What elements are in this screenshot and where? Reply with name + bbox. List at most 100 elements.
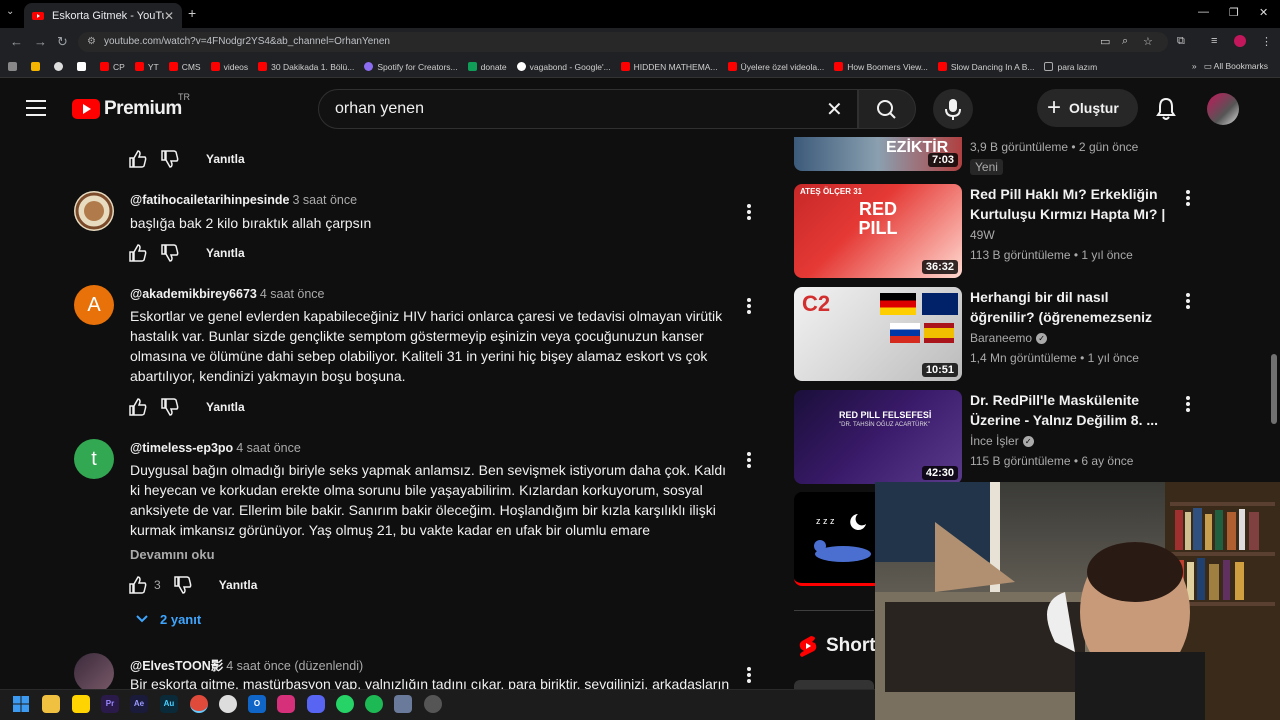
bookmark-icon-1[interactable] [31, 62, 44, 71]
channel-name[interactable]: 49W [970, 228, 995, 242]
zoom-icon[interactable]: ⌕ [1122, 35, 1128, 48]
clear-search-icon[interactable]: ✕ [826, 97, 843, 122]
channel-name[interactable]: İnce İşler ✓ [970, 434, 1034, 448]
maximize-icon[interactable]: ❐ [1229, 6, 1239, 19]
dislike-icon[interactable] [173, 575, 193, 595]
app-icon[interactable] [394, 695, 412, 713]
create-button[interactable]: + Oluştur [1037, 89, 1138, 127]
all-bookmarks-folder[interactable]: » ▭ All Bookmarks [1192, 61, 1268, 72]
bookmark-how-boomers[interactable]: How Boomers View... [834, 62, 928, 72]
install-app-icon[interactable]: ▭ [1100, 35, 1110, 48]
browser-tab[interactable]: Eskorta Gitmek - YouTube ✕ [24, 3, 182, 28]
after-effects-icon[interactable]: Ae [130, 695, 148, 713]
page-scrollbar[interactable] [1271, 354, 1277, 424]
like-icon[interactable] [128, 149, 148, 169]
comment-author[interactable]: @ElvesTOON影 4 saat önce (düzenlendi) [130, 655, 363, 674]
bookmark-30-dakikada[interactable]: 30 Dakikada 1. Bölü... [258, 62, 354, 72]
comment-avatar[interactable]: t [74, 439, 114, 479]
video-menu-icon[interactable] [1186, 396, 1190, 414]
reply-button[interactable]: Yanıtla [206, 152, 245, 166]
bookmark-uyelere-ozel[interactable]: Üyelere özel videola... [727, 62, 824, 72]
bookmark-icon-2[interactable] [54, 62, 67, 71]
bookmark-cms[interactable]: CMS [168, 62, 201, 72]
video-menu-icon[interactable] [1186, 293, 1190, 311]
tab-search-icon[interactable]: ⌄ [6, 6, 20, 20]
apps-icon[interactable] [8, 62, 21, 71]
like-icon[interactable] [128, 575, 148, 595]
instagram-icon[interactable] [277, 695, 295, 713]
shorts-thumbnail[interactable] [794, 680, 874, 689]
discord-icon[interactable] [307, 695, 325, 713]
video-title[interactable]: Herhangi bir dil nasıl öğrenilir? (öğren… [970, 287, 1175, 327]
browser-menu-icon[interactable]: ⋮ [1261, 35, 1272, 48]
forward-icon[interactable]: → [34, 34, 47, 49]
bookmark-slow-dancing[interactable]: Slow Dancing In A B... [937, 62, 1034, 72]
comment-menu-icon[interactable] [747, 667, 751, 685]
outlook-icon[interactable]: O [248, 695, 266, 713]
recommended-video[interactable]: EZİKTİR 7:03 3,9 B görüntüleme • 2 gün ö… [794, 137, 1184, 175]
recommended-video[interactable]: C2 10:51 Herhangi bir dil nasıl öğrenili… [794, 287, 1190, 381]
dislike-icon[interactable] [160, 397, 180, 417]
notifications-bell-icon[interactable] [1155, 97, 1177, 126]
comment-author[interactable]: @akademikbirey6673 4 saat önce [130, 287, 325, 301]
video-title[interactable]: Red Pill Haklı Mı? Erkekliğin Kurtuluşu … [970, 184, 1175, 224]
obs-icon[interactable] [424, 695, 442, 713]
recommended-video[interactable]: RED PILL FELSEFESİ "DR. TAHSİN OĞUZ ACAR… [794, 390, 1190, 484]
minimize-icon[interactable]: — [1198, 6, 1209, 18]
comment-avatar[interactable]: A [74, 285, 114, 325]
video-menu-icon[interactable] [1186, 190, 1190, 208]
whatsapp-icon[interactable] [336, 695, 354, 713]
menu-icon[interactable] [26, 100, 46, 116]
read-more-button[interactable]: Devamını oku [130, 547, 215, 562]
video-thumbnail[interactable]: C2 10:51 [794, 287, 962, 381]
profile-icon[interactable] [1234, 35, 1246, 47]
new-tab-icon[interactable]: + [188, 5, 196, 21]
bookmark-star-icon[interactable]: ☆ [1143, 35, 1153, 48]
show-replies-button[interactable]: 2 yanıt [134, 611, 201, 627]
voice-search-button[interactable] [933, 89, 973, 129]
search-input[interactable]: orhan yenen [318, 89, 858, 129]
extensions-icon[interactable]: ⧉ [1177, 35, 1185, 48]
comment-author[interactable]: @timeless-ep3po 4 saat önce [130, 441, 301, 455]
reply-button[interactable]: Yanıtla [219, 578, 258, 592]
comment-menu-icon[interactable] [747, 452, 751, 470]
windows-start-icon[interactable] [12, 695, 30, 713]
like-icon[interactable] [128, 397, 148, 417]
url-bar[interactable]: ⚙ youtube.com/watch?v=4FNodgr2YS4&ab_cha… [78, 32, 1168, 52]
bookmark-para-lazim[interactable]: para lazım [1044, 62, 1097, 72]
comment-author[interactable]: @fatihocailetarihinpesinde 3 saat önce [130, 193, 357, 207]
dislike-icon[interactable] [160, 149, 180, 169]
bookmark-spotify[interactable]: Spotify for Creators... [364, 62, 458, 72]
like-icon[interactable] [128, 243, 148, 263]
reply-button[interactable]: Yanıtla [206, 400, 245, 414]
account-avatar[interactable] [1207, 93, 1239, 125]
bookmark-yt[interactable]: YT [134, 62, 159, 72]
video-title[interactable]: Dr. RedPill'le Maskülenite Üzerine - Yal… [970, 390, 1175, 430]
file-explorer-icon[interactable] [42, 695, 60, 713]
video-thumbnail[interactable]: EZİKTİR 7:03 [794, 137, 962, 171]
sticky-notes-icon[interactable] [72, 695, 90, 713]
site-info-icon[interactable]: ⚙ [87, 32, 96, 52]
bookmark-vagabond[interactable]: vagabond - Google'... [516, 62, 611, 72]
x-icon[interactable] [77, 62, 90, 71]
bookmark-donate[interactable]: donate [467, 62, 507, 72]
comment-menu-icon[interactable] [747, 204, 751, 222]
back-icon[interactable]: ← [10, 34, 23, 49]
recommended-video[interactable]: ATEŞ ÖLÇER 31 RED PILL 36:32 Red Pill Ha… [794, 184, 1190, 278]
bookmark-videos[interactable]: videos [210, 62, 248, 72]
channel-name[interactable]: Baraneemo ✓ [970, 331, 1048, 345]
bookmark-hidden-mathema[interactable]: HIDDEN MATHEMA... [620, 62, 718, 72]
search-button[interactable] [858, 89, 916, 129]
comment-avatar[interactable] [74, 191, 114, 231]
audition-icon[interactable]: Au [160, 695, 178, 713]
comment-menu-icon[interactable] [747, 298, 751, 316]
reload-icon[interactable]: ↻ [57, 34, 68, 50]
close-tab-icon[interactable]: ✕ [164, 9, 174, 23]
shorts-heading[interactable]: Short [798, 634, 876, 658]
video-thumbnail[interactable]: RED PILL FELSEFESİ "DR. TAHSİN OĞUZ ACAR… [794, 390, 962, 484]
clock-app-icon[interactable] [219, 695, 237, 713]
spotify-icon[interactable] [365, 695, 383, 713]
video-thumbnail[interactable]: ATEŞ ÖLÇER 31 RED PILL 36:32 [794, 184, 962, 278]
reply-button[interactable]: Yanıtla [206, 246, 245, 260]
youtube-premium-logo[interactable]: Premium TR [72, 92, 190, 120]
